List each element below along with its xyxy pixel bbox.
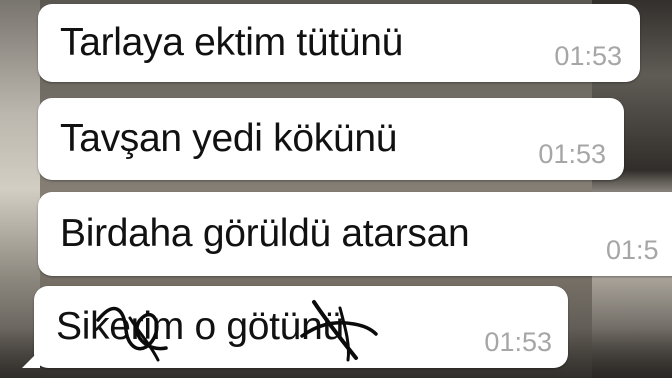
message-timestamp: 01:5 <box>606 235 659 265</box>
message-timestamp: 01:53 <box>554 41 622 71</box>
message-text: Sikerim o götünü <box>56 305 344 348</box>
message-bubble-last[interactable]: Sikerim o götünü 01:53 <box>22 286 568 368</box>
message-bubble[interactable]: Tarlaya ektim tütünü 01:53 <box>38 4 640 82</box>
bubble-tail <box>22 350 40 368</box>
message-text: Tavşan yedi kökünü <box>60 117 398 160</box>
message-timestamp: 01:53 <box>484 327 552 357</box>
message-bubble[interactable]: Tavşan yedi kökünü 01:53 <box>38 98 624 180</box>
message-text: Birdaha görüldü atarsan <box>60 212 470 255</box>
message-text: Tarlaya ektim tütünü <box>60 21 404 64</box>
message-bubble[interactable]: Birdaha görüldü atarsan 01:5 <box>38 192 672 276</box>
message-timestamp: 01:53 <box>538 139 606 169</box>
